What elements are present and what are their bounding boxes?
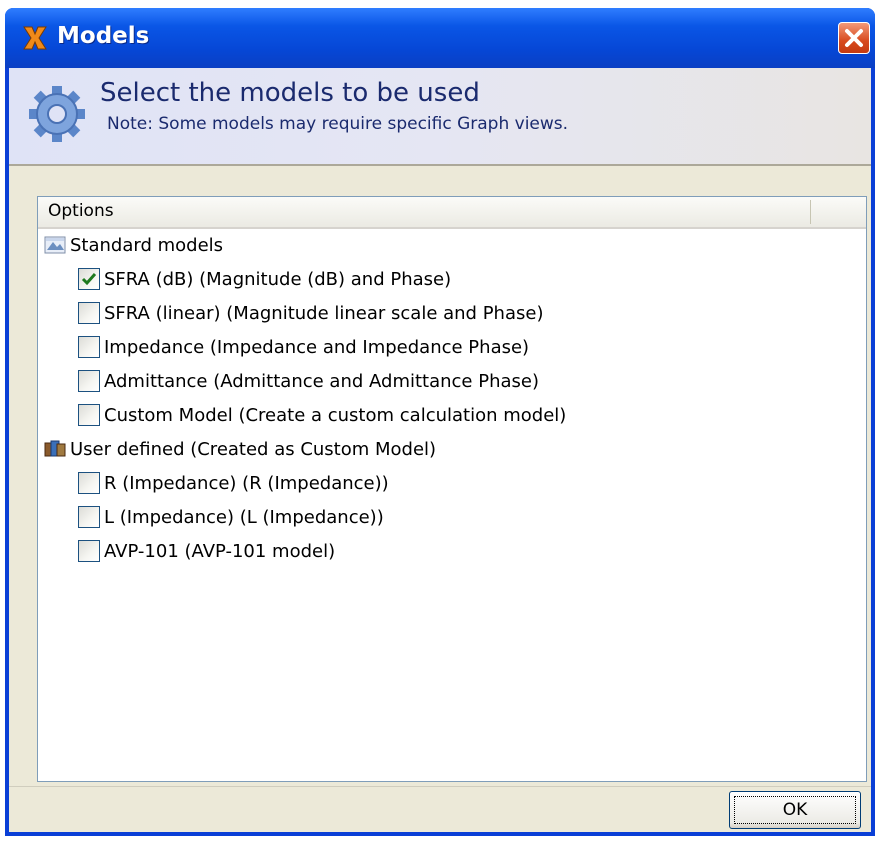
footer-divider bbox=[9, 786, 871, 787]
checkbox-admittance[interactable] bbox=[78, 370, 100, 392]
standard-models-icon bbox=[44, 236, 66, 254]
gear-icon bbox=[29, 86, 85, 142]
ok-button[interactable]: OK bbox=[729, 791, 861, 829]
header-title: Select the models to be used bbox=[100, 78, 480, 108]
column-divider[interactable] bbox=[810, 200, 811, 224]
item-label: Admittance (Admittance and Admittance Ph… bbox=[104, 371, 539, 392]
dialog-client-area: Select the models to be used Note: Some … bbox=[9, 68, 871, 832]
models-dialog: Models Select the models to be used Note… bbox=[5, 8, 875, 836]
checkbox-avp-101[interactable] bbox=[78, 540, 100, 562]
group-label: Standard models bbox=[70, 235, 224, 256]
header-divider bbox=[9, 164, 871, 166]
item-label: SFRA (linear) (Magnitude linear scale an… bbox=[104, 303, 544, 324]
group-label: User defined (Created as Custom Model) bbox=[70, 439, 437, 460]
checkbox-custom-model[interactable] bbox=[78, 404, 100, 426]
close-icon bbox=[845, 29, 863, 47]
item-label: SFRA (dB) (Magnitude (dB) and Phase) bbox=[104, 269, 452, 290]
models-list[interactable]: Options Standard models SFRA (dB) (Magni… bbox=[37, 196, 867, 782]
close-button[interactable] bbox=[838, 22, 870, 54]
header-note: Note: Some models may require specific G… bbox=[107, 114, 569, 134]
column-header-label: Options bbox=[48, 201, 114, 221]
user-defined-icon bbox=[44, 440, 66, 457]
window-title: Models bbox=[57, 23, 150, 49]
dialog-header: Select the models to be used Note: Some … bbox=[9, 68, 871, 164]
checkbox-sfra-linear[interactable] bbox=[78, 302, 100, 324]
checkbox-r-impedance[interactable] bbox=[78, 472, 100, 494]
check-icon bbox=[81, 273, 97, 286]
checkbox-sfra-db[interactable] bbox=[78, 268, 100, 290]
item-label: AVP-101 (AVP-101 model) bbox=[104, 541, 336, 562]
checkbox-impedance[interactable] bbox=[78, 336, 100, 358]
column-header-options[interactable]: Options bbox=[38, 197, 866, 229]
item-label: Custom Model (Create a custom calculatio… bbox=[104, 405, 567, 426]
item-label: Impedance (Impedance and Impedance Phase… bbox=[104, 337, 530, 358]
ok-button-label: OK bbox=[734, 796, 856, 824]
item-label: R (Impedance) (R (Impedance)) bbox=[104, 473, 389, 494]
app-x-icon bbox=[23, 26, 47, 50]
item-label: L (Impedance) (L (Impedance)) bbox=[104, 507, 384, 528]
checkbox-l-impedance[interactable] bbox=[78, 506, 100, 528]
title-bar[interactable]: Models bbox=[5, 8, 875, 68]
